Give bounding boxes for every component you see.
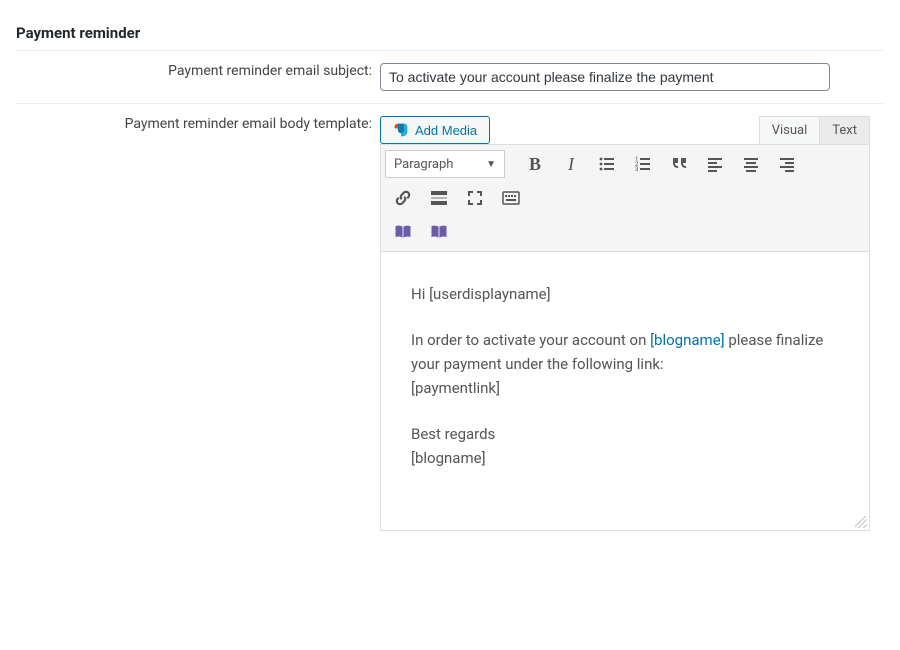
list-ol-icon: 123 [633, 154, 653, 174]
body-template-label: Payment reminder email body template: [16, 104, 376, 544]
add-media-button[interactable]: Add Media [380, 116, 490, 144]
list-ul-icon [597, 154, 617, 174]
align-right-icon [777, 154, 797, 174]
bold-button[interactable]: B [519, 149, 551, 179]
subject-input[interactable] [380, 63, 830, 91]
align-left-icon [705, 154, 725, 174]
italic-button[interactable]: I [555, 149, 587, 179]
resize-handle[interactable] [855, 516, 867, 528]
keyboard-icon [501, 188, 521, 208]
format-select-label: Paragraph [394, 157, 453, 172]
tab-text[interactable]: Text [819, 116, 870, 144]
chevron-down-icon: ▼ [486, 159, 496, 170]
tab-visual[interactable]: Visual [759, 116, 820, 144]
body-token: [paymentlink] [411, 379, 500, 397]
align-right-button[interactable] [771, 149, 803, 179]
fullscreen-icon [465, 188, 485, 208]
body-token: [userdisplayname] [429, 285, 550, 303]
svg-text:3: 3 [635, 166, 638, 173]
format-select[interactable]: Paragraph ▼ [385, 150, 505, 178]
align-left-button[interactable] [699, 149, 731, 179]
link-button[interactable] [387, 183, 419, 213]
align-center-icon [741, 154, 761, 174]
body-text: Best regards [411, 425, 495, 443]
blogname-link[interactable]: [blogname] [650, 331, 725, 349]
body-token: [blogname] [411, 449, 486, 467]
shortcode-button-2[interactable] [423, 217, 455, 247]
editor-content[interactable]: Hi [userdisplayname] In order to activat… [380, 251, 870, 531]
bold-icon: B [529, 154, 541, 175]
italic-icon: I [568, 154, 574, 175]
blockquote-button[interactable] [663, 149, 695, 179]
editor-tabs: Visual Text [759, 116, 870, 144]
bulleted-list-button[interactable] [591, 149, 623, 179]
read-more-icon [429, 188, 449, 208]
align-center-button[interactable] [735, 149, 767, 179]
numbered-list-button[interactable]: 123 [627, 149, 659, 179]
book-icon [393, 222, 413, 242]
link-icon [393, 188, 413, 208]
fullscreen-button[interactable] [459, 183, 491, 213]
editor-toolbar: Paragraph ▼ B I 123 [380, 144, 870, 251]
quote-icon [669, 154, 689, 174]
subject-label: Payment reminder email subject: [16, 51, 376, 104]
body-text: In order to activate your account on [411, 331, 650, 349]
book-icon [429, 222, 449, 242]
toolbar-toggle-button[interactable] [495, 183, 527, 213]
section-title: Payment reminder [16, 16, 884, 51]
body-text: Hi [411, 285, 429, 303]
add-media-label: Add Media [415, 123, 477, 138]
insert-more-button[interactable] [423, 183, 455, 213]
media-icon [393, 122, 409, 138]
shortcode-button-1[interactable] [387, 217, 419, 247]
